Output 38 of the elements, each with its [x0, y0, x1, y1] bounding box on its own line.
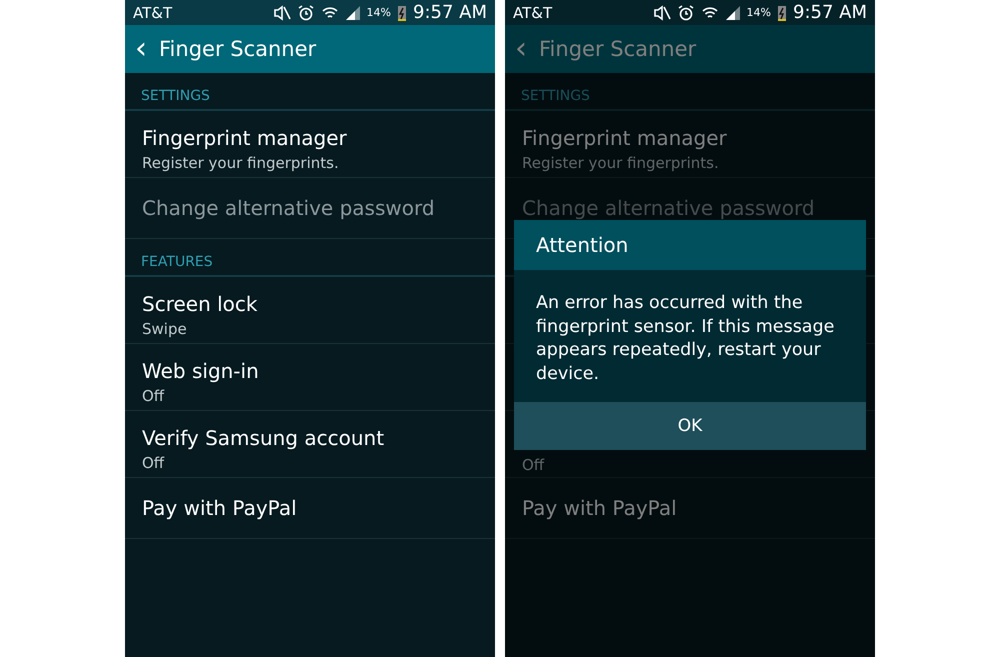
- setting-value: Register your fingerprints.: [522, 154, 720, 172]
- signal-icon: [344, 4, 361, 20]
- clock-time: 9:57 AM: [413, 2, 487, 23]
- clock-time: 9:57 AM: [793, 2, 867, 23]
- setting-title[interactable]: Fingerprint manager: [522, 126, 858, 150]
- ok-button[interactable]: OK: [514, 402, 866, 450]
- wifi-icon: [700, 4, 719, 20]
- section-label: SETTINGS: [141, 88, 210, 104]
- setting-value: Off: [142, 387, 166, 405]
- alarm-icon: [296, 4, 315, 20]
- battery-charging-icon: [397, 4, 407, 22]
- battery-charging-icon: [777, 4, 787, 22]
- dialog-message: An error has occurred with the fingerprint sensor. If this message appears repeatedly, restart your device.: [535, 292, 836, 386]
- screen-title: Finger Scanner: [159, 37, 316, 61]
- carrier-name: AT&T: [513, 4, 554, 22]
- carrier-name: AT&T: [133, 4, 174, 22]
- mute-icon: [652, 4, 671, 20]
- setting-title[interactable]: Fingerprint manager: [142, 126, 478, 150]
- section-label: FEATURES: [141, 254, 213, 270]
- alarm-icon: [676, 4, 695, 20]
- setting-title[interactable]: Screen lock: [142, 292, 478, 316]
- dialog-title: Attention: [536, 233, 628, 257]
- wifi-icon: [320, 4, 339, 20]
- signal-icon: [724, 4, 741, 20]
- screen-title: Finger Scanner: [539, 37, 696, 61]
- setting-title[interactable]: Pay with PayPal: [522, 496, 858, 520]
- mute-icon: [272, 4, 291, 20]
- setting-value: Off: [142, 454, 166, 472]
- setting-value: Swipe: [142, 320, 188, 338]
- setting-title[interactable]: Verify Samsung account: [142, 426, 478, 450]
- battery-percent: 14%: [366, 6, 391, 19]
- setting-title[interactable]: Pay with PayPal: [142, 496, 478, 520]
- setting-value: Register your fingerprints.: [142, 154, 340, 172]
- section-label: SETTINGS: [521, 88, 590, 104]
- back-button[interactable]: ‹: [135, 34, 147, 64]
- setting-title[interactable]: Web sign-in: [142, 359, 478, 383]
- setting-value: Off: [522, 456, 546, 474]
- battery-percent: 14%: [746, 6, 771, 19]
